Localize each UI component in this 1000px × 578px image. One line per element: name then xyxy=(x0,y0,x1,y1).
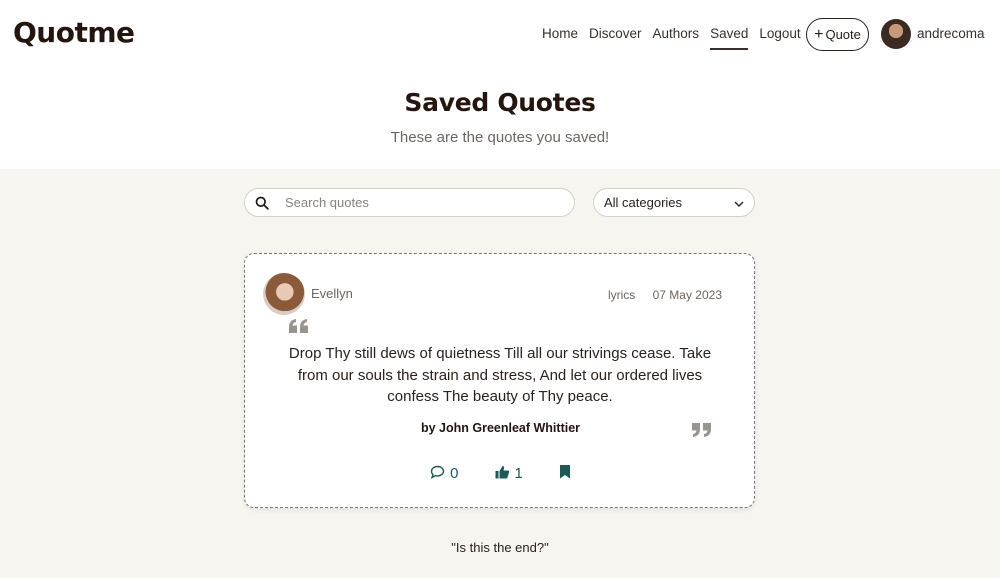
nav-authors[interactable]: Authors xyxy=(653,26,700,50)
poster-avatar[interactable] xyxy=(263,273,305,315)
quote-card: Evellyn lyrics 07 May 2023 Drop Thy stil… xyxy=(244,253,755,508)
nav-home[interactable]: Home xyxy=(542,26,578,50)
quote-category[interactable]: lyrics xyxy=(608,288,635,302)
quote-actions: 0 1 xyxy=(245,464,756,483)
nav-discover[interactable]: Discover xyxy=(589,26,642,50)
plus-icon: + xyxy=(814,25,824,43)
quote-date: 07 May 2023 xyxy=(652,288,722,302)
like-button[interactable]: 1 xyxy=(495,465,523,483)
nav-saved[interactable]: Saved xyxy=(710,26,749,50)
search-input[interactable] xyxy=(285,195,555,210)
username[interactable]: andrecoma xyxy=(917,26,985,41)
quote-text: Drop Thy still dews of quietness Till al… xyxy=(288,345,712,405)
end-of-list-text: "Is this the end?" xyxy=(451,540,549,555)
poster-name[interactable]: Evellyn xyxy=(311,286,353,301)
close-quote-icon xyxy=(691,422,713,443)
chevron-down-icon xyxy=(734,195,744,210)
bookmark-icon xyxy=(559,464,571,483)
user-avatar[interactable] xyxy=(881,19,911,49)
like-count: 1 xyxy=(514,465,523,482)
nav-logout[interactable]: Logout xyxy=(759,26,800,50)
thumbs-up-icon xyxy=(495,465,510,483)
search-icon xyxy=(245,196,279,210)
page-subtitle: These are the quotes you saved! xyxy=(390,129,610,146)
top-header: Quotme Home Discover Authors Saved Logou… xyxy=(0,0,1000,68)
quote-meta: lyrics 07 May 2023 xyxy=(608,288,722,302)
new-quote-button[interactable]: + Quote xyxy=(806,18,869,51)
comment-count: 0 xyxy=(450,465,459,482)
open-quote-icon xyxy=(288,318,310,339)
search-box[interactable] xyxy=(244,188,575,217)
category-selected: All categories xyxy=(604,195,683,210)
page-title: Saved Quotes xyxy=(404,88,596,117)
bookmark-button[interactable] xyxy=(559,464,571,483)
main-content: All categories Evellyn lyrics 07 May 202… xyxy=(0,169,1000,578)
category-select[interactable]: All categories xyxy=(593,188,755,217)
quote-author[interactable]: by John Greenleaf Whittier xyxy=(245,421,756,435)
new-quote-label: Quote xyxy=(825,27,861,42)
comment-button[interactable]: 0 xyxy=(430,465,459,483)
app-logo[interactable]: Quotme xyxy=(13,16,135,49)
main-nav: Home Discover Authors Saved Logout xyxy=(542,26,812,50)
comment-icon xyxy=(430,465,445,483)
page-hero: Saved Quotes These are the quotes you sa… xyxy=(0,68,1000,169)
